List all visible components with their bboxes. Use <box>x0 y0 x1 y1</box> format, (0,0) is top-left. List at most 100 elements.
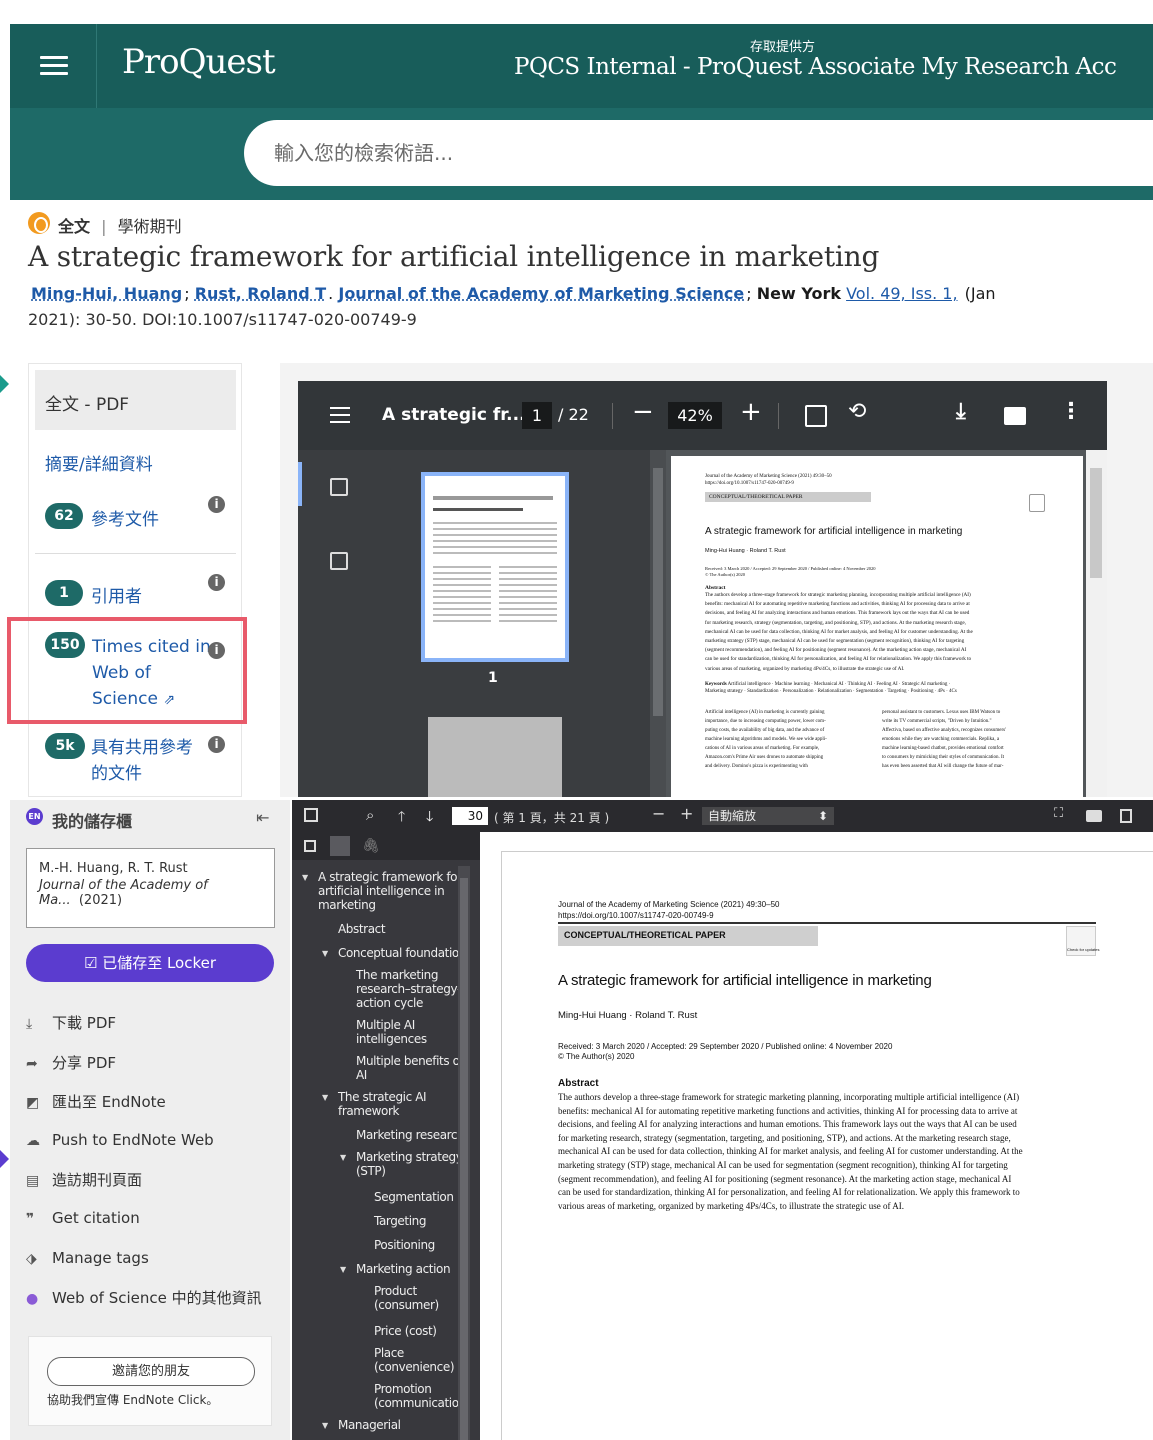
visit-journal-item[interactable]: ▤ 造訪期刊頁面 <box>26 1169 142 1190</box>
menu-icon[interactable] <box>330 407 350 423</box>
nav-shared-references[interactable]: 具有共用參考 的文件 <box>91 735 193 787</box>
page-abstract-head: Abstract <box>705 585 726 591</box>
fullscreen-icon[interactable]: ⛶ <box>1054 806 1063 821</box>
outline-item[interactable]: artificial intelligence in <box>318 884 445 898</box>
page-keywords-2: Marketing strategy · Standardization · P… <box>705 689 957 694</box>
text-line: Artificial intelligence (AI) in marketin… <box>705 710 825 715</box>
purple-pointer-arrow <box>0 1146 9 1172</box>
outline-item[interactable]: Marketing action <box>340 1262 451 1277</box>
author-link[interactable]: Ming-Hui, Huang <box>31 284 182 303</box>
pdfjs-toolbar: ⌕ 🡑 🡓 30 ( 第 1 頁，共 21 頁 ) − + 自動縮放 ⬍ ⛶ <box>292 800 1153 832</box>
attachments-icon[interactable]: 🖇 <box>362 838 380 854</box>
save-icon[interactable] <box>1120 809 1132 823</box>
next-page-icon[interactable]: 🡓 <box>426 806 433 830</box>
outline-item[interactable]: Abstract <box>338 922 386 936</box>
manage-tags-item[interactable]: ⬗ Manage tags <box>26 1249 149 1267</box>
outline-item[interactable]: (STP) <box>356 1164 386 1178</box>
outline-item[interactable]: framework <box>338 1104 399 1118</box>
zoom-level[interactable]: 42% <box>668 402 722 429</box>
page-number-input[interactable]: 30 <box>452 807 488 825</box>
menu-icon[interactable] <box>40 56 68 76</box>
text-line: The authors develop a three-stage framew… <box>558 1092 1020 1102</box>
nav-fulltext-pdf[interactable]: 全文 - PDF <box>35 370 236 430</box>
outline-item[interactable]: Marketing research <box>356 1128 465 1142</box>
outline-item[interactable]: Segmentation <box>374 1190 454 1204</box>
outline-view-icon[interactable] <box>330 836 350 856</box>
outline-item[interactable]: Place <box>374 1346 404 1360</box>
outline-item[interactable]: Promotion <box>374 1382 432 1396</box>
outline-item[interactable]: Conceptual foundation <box>322 946 466 961</box>
page-number-input[interactable]: 1 <box>522 402 552 429</box>
wos-info-item[interactable]: ● Web of Science 中的其他資訊 <box>26 1287 262 1308</box>
outline-item[interactable]: marketing <box>318 898 376 912</box>
more-options-icon[interactable]: ⋮ <box>1060 399 1082 424</box>
find-icon[interactable]: ⌕ <box>366 806 374 824</box>
outline-item[interactable]: (convenience) <box>374 1360 455 1374</box>
proquest-logo[interactable]: ProQuest <box>122 42 276 82</box>
outline-item[interactable]: Positioning <box>374 1238 435 1252</box>
search-bar[interactable] <box>244 120 1153 186</box>
outline-icon[interactable] <box>330 552 348 570</box>
outline-item[interactable]: action cycle <box>356 996 423 1010</box>
outline-item[interactable]: Marketing strategy <box>340 1150 463 1165</box>
push-endnote-web-item[interactable]: ☁ Push to EndNote Web <box>26 1131 214 1149</box>
nav-abstract[interactable]: 摘要/詳細資料 <box>45 450 153 475</box>
fit-page-icon[interactable] <box>805 405 827 427</box>
info-icon[interactable]: i <box>208 574 225 591</box>
outline-scrollbar[interactable] <box>458 866 470 1440</box>
outline-item[interactable]: research–strategy– <box>356 982 463 996</box>
zoom-in-icon[interactable]: + <box>680 804 693 823</box>
outline-item[interactable]: (communication <box>374 1396 466 1410</box>
journal-link[interactable]: Journal of the Academy of Marketing Scie… <box>338 284 744 303</box>
outline-item[interactable]: Targeting <box>374 1214 426 1228</box>
outline-item[interactable]: intelligences <box>356 1032 427 1046</box>
volume-link[interactable]: Vol. 49, Iss. 1, <box>846 284 957 303</box>
outline-item[interactable]: AI <box>356 1068 367 1082</box>
search-input[interactable] <box>274 136 874 170</box>
outline-item[interactable]: Multiple AI <box>356 1018 415 1032</box>
page-thumbnail-selected[interactable] <box>421 472 569 662</box>
zoom-out-icon[interactable]: − <box>652 804 665 823</box>
export-endnote-item[interactable]: ◩ 匯出至 EndNote <box>26 1091 166 1112</box>
page-thumbnail[interactable] <box>428 717 562 797</box>
outline-item[interactable]: Managerial <box>322 1418 401 1433</box>
thumbnail-scrollbar[interactable] <box>650 450 666 797</box>
outline-item[interactable]: (consumer) <box>374 1298 439 1312</box>
previous-page-icon[interactable]: 🡑 <box>398 806 405 830</box>
print-icon[interactable] <box>1086 810 1102 822</box>
rotate-icon[interactable]: ⟲ <box>848 399 866 424</box>
outline-item[interactable]: The marketing <box>356 968 438 982</box>
collapse-panel-icon[interactable]: ⇤ <box>256 808 269 827</box>
outline-item[interactable]: Product <box>374 1284 417 1298</box>
share-pdf-item[interactable]: ➦ 分享 PDF <box>26 1052 116 1073</box>
nav-cited-by[interactable]: 引用者 <box>91 582 142 607</box>
zoom-select[interactable]: 自動縮放 ⬍ <box>702 807 834 825</box>
outline-item[interactable]: The strategic AI <box>322 1090 427 1105</box>
thumbnail-view-icon[interactable] <box>304 840 316 852</box>
wos-icon: ● <box>26 1291 39 1307</box>
get-citation-item[interactable]: ❞ Get citation <box>26 1209 140 1227</box>
cloud-upload-icon: ☁ <box>26 1133 40 1149</box>
saved-to-locker-button[interactable]: ☑ 已儲存至 Locker <box>26 944 274 982</box>
outline-item[interactable]: A strategic framework for <box>302 870 462 885</box>
text-line: mechanical AI can be used for data colle… <box>705 628 973 635</box>
download-pdf-item[interactable]: ⤓ 下載 PDF <box>26 1012 116 1033</box>
author-link[interactable]: Rust, Roland T <box>195 284 326 303</box>
pdf-viewer-panel: A strategic fr... 1 / 22 − 42% + ⟲ ⤓ ⋮ 1… <box>280 363 1153 797</box>
zoom-in-icon[interactable]: + <box>740 397 762 427</box>
outline-item[interactable]: Multiple benefits of <box>356 1054 464 1068</box>
invite-friends-button[interactable]: 邀請您的朋友 <box>47 1357 255 1386</box>
export-icon: ◩ <box>26 1095 40 1111</box>
outline-item[interactable]: Price (cost) <box>374 1324 437 1338</box>
thumbnails-icon[interactable] <box>330 478 348 496</box>
page-scrollbar[interactable] <box>1086 450 1107 797</box>
print-icon[interactable] <box>1004 407 1026 425</box>
locker-card[interactable]: M.-H. Huang, R. T. Rust Journal of the A… <box>26 848 275 928</box>
open-access-icon <box>28 212 50 234</box>
info-icon[interactable]: i <box>208 736 225 753</box>
sidebar-toggle-icon[interactable] <box>304 808 318 822</box>
zoom-out-icon[interactable]: − <box>632 397 654 427</box>
download-icon[interactable]: ⤓ <box>956 399 966 424</box>
info-icon[interactable]: i <box>208 496 225 513</box>
nav-references[interactable]: 參考文件 <box>91 505 159 530</box>
